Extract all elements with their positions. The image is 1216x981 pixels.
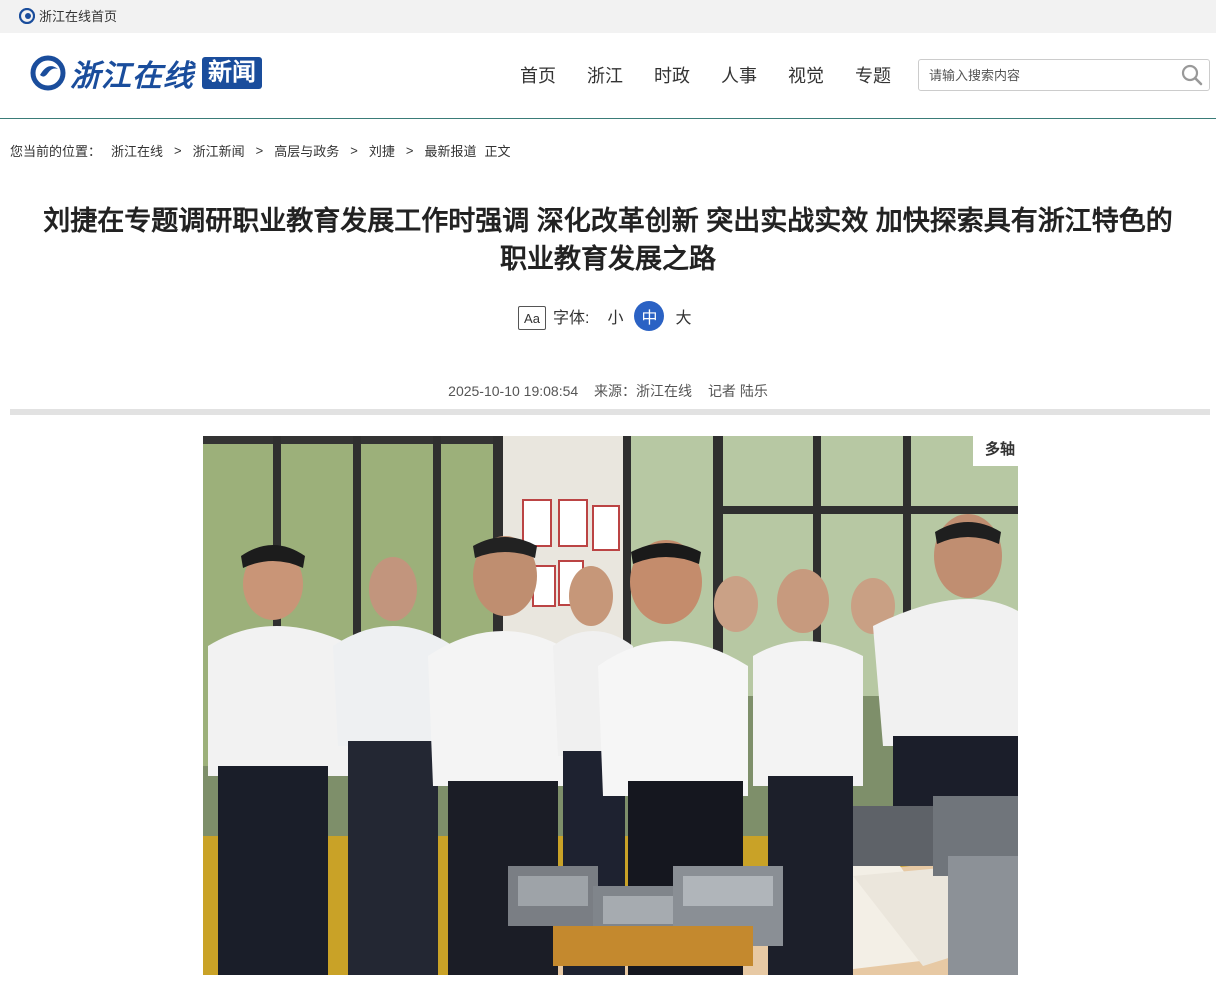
logo-section-tag: 新闻 [202, 57, 262, 89]
article-title: 刘捷在专题调研职业教育发展工作时强调 深化改革创新 突出实战实效 加快探索具有浙… [10, 202, 1206, 278]
photo-sign-text: 多轴 [985, 440, 1015, 458]
article-photo-image: 多轴 [203, 436, 1018, 975]
home-link-label: 浙江在线首页 [39, 9, 118, 24]
zjol-small-logo-icon [19, 7, 35, 24]
breadcrumb-current: 正文 [484, 144, 511, 159]
article-title-line-2: 职业教育发展之路 [500, 244, 716, 274]
nav-item-special[interactable]: 专题 [855, 64, 891, 88]
top-utility-bar: 浙江在线首页 [0, 0, 1216, 33]
home-link[interactable]: 浙江在线首页 [19, 6, 117, 25]
meta-divider [10, 409, 1210, 415]
site-logo[interactable]: 浙江在线 新闻 [30, 54, 262, 93]
nav-item-zhejiang[interactable]: 浙江 [587, 64, 623, 88]
breadcrumb-item-zjol[interactable]: 浙江在线 [111, 141, 163, 160]
article-meta: 2025-10-10 19:08:54 来源：浙江在线 记者 陆乐 [0, 381, 1216, 401]
font-size-icon: Aa [518, 306, 546, 330]
search-icon[interactable] [1180, 63, 1204, 87]
font-size-large-button[interactable]: 大 [668, 301, 698, 331]
nav-item-home[interactable]: 首页 [520, 64, 556, 88]
font-size-medium-button[interactable]: 中 [634, 301, 665, 331]
breadcrumb-separator: > [350, 143, 358, 158]
font-size-label: 字体: [553, 310, 590, 327]
breadcrumb-separator: > [255, 143, 264, 158]
logo-brand-text: 浙江在线 [70, 60, 194, 93]
nav-item-visual[interactable]: 视觉 [788, 64, 824, 88]
breadcrumb-item-liujie[interactable]: 刘捷 [369, 141, 395, 160]
article-title-line-1: 刘捷在专题调研职业教育发展工作时强调 深化改革创新 突出实战实效 加快探索具有浙… [43, 206, 1173, 236]
article-photo: 多轴 [203, 436, 1018, 975]
nav-item-personnel[interactable]: 人事 [721, 64, 757, 88]
breadcrumb-item-zj-news[interactable]: 浙江新闻 [193, 141, 245, 160]
breadcrumb-separator: > [174, 143, 182, 158]
breadcrumb-separator: > [405, 143, 414, 158]
breadcrumb-item-latest[interactable]: 最新报道 [424, 141, 476, 160]
nav-item-politics[interactable]: 时政 [654, 64, 690, 88]
article-source-label: 来源： [594, 383, 637, 399]
breadcrumb: 您当前的位置： 浙江在线 > 浙江新闻 > 高层与政务 > 刘捷 > 最新报道 … [10, 141, 510, 160]
article-source-value: 浙江在线 [636, 383, 693, 399]
breadcrumb-item-politics[interactable]: 高层与政务 [274, 141, 339, 160]
zjol-logo-icon [30, 55, 66, 91]
article-source: 来源：浙江在线 [594, 383, 692, 399]
font-size-control: Aa 字体: 小 中 大 [518, 301, 702, 331]
breadcrumb-label: 您当前的位置： [10, 144, 102, 159]
main-nav: 首页 浙江 时政 人事 视觉 专题 [520, 64, 922, 88]
article-reporter: 记者 陆乐 [707, 383, 768, 399]
search-input[interactable] [919, 60, 1169, 90]
article-datetime: 2025-10-10 19:08:54 [448, 383, 579, 399]
search-box [918, 59, 1210, 91]
site-header: 浙江在线 新闻 首页 浙江 时政 人事 视觉 专题 [0, 33, 1216, 119]
font-size-small-button[interactable]: 小 [600, 301, 630, 331]
